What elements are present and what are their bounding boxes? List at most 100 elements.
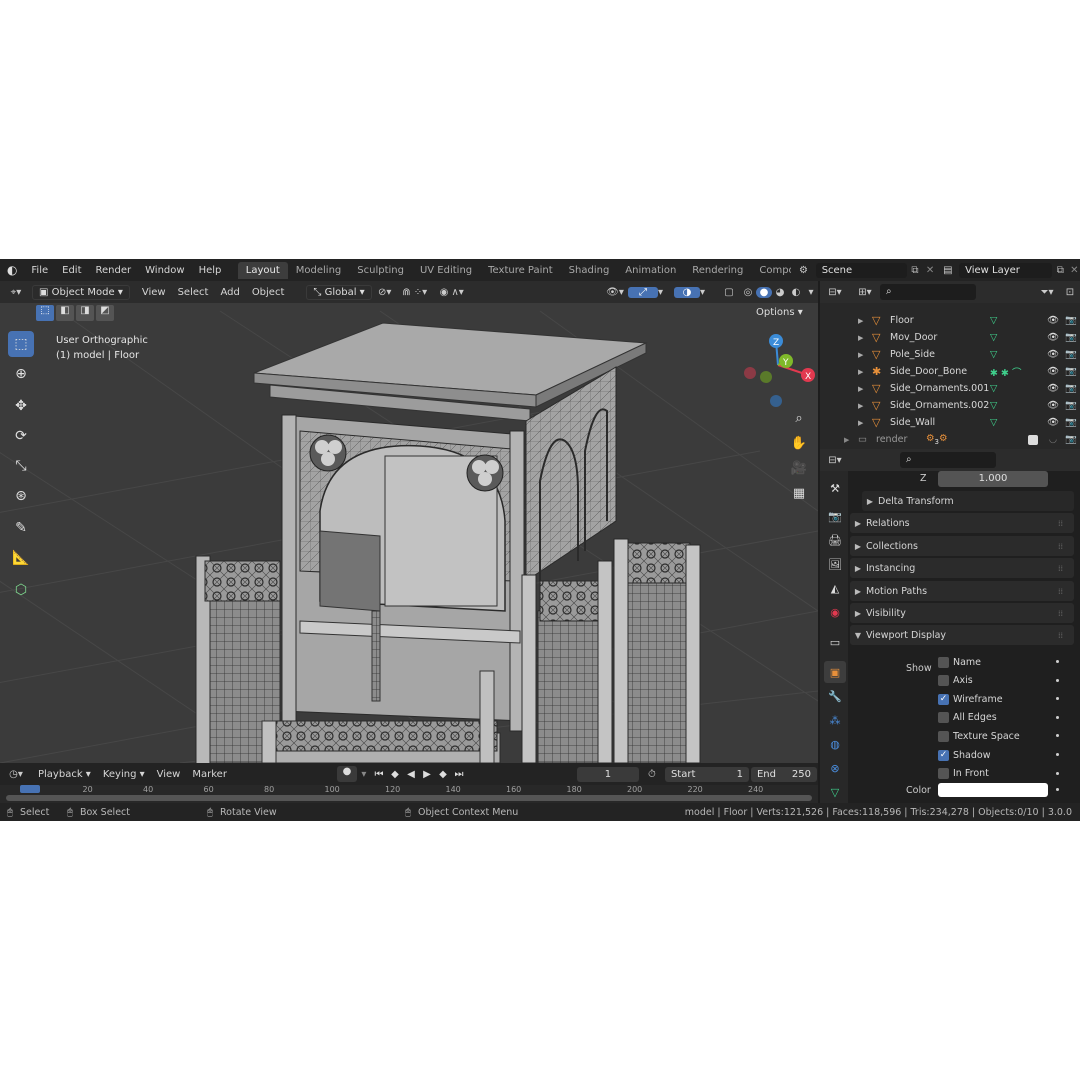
view-layer-tab-icon[interactable]: 🖼 (824, 553, 846, 575)
menu-select[interactable]: Select (172, 287, 215, 298)
drag-handle-icon[interactable]: ⁞⁞ (1058, 564, 1074, 573)
collection-name[interactable]: render (876, 434, 926, 445)
snap-icon[interactable]: ⋒ ⁘▾ (398, 287, 432, 298)
xray-toggle-icon[interactable]: ▢ (718, 287, 740, 298)
particles-tab-icon[interactable]: ⁂ (824, 709, 846, 731)
outliner-object-name[interactable]: Mov_Door (890, 332, 990, 343)
checkbox-name[interactable]: Name (938, 654, 981, 670)
visibility-eye-icon[interactable]: 👁 (1044, 315, 1062, 326)
new-scene-icon[interactable]: ⧉ (907, 265, 924, 276)
select-box-tool-icon[interactable]: ⬚ (8, 331, 34, 357)
pivot-icon[interactable]: ⊘▾ (372, 287, 398, 298)
render-camera-icon[interactable]: 📷 (1062, 332, 1080, 343)
visibility-icon[interactable]: 👁▾ (602, 287, 628, 298)
move-tool-icon[interactable]: ✥ (8, 393, 34, 419)
outliner-object-name[interactable]: Side_Ornaments.001 (890, 383, 990, 394)
remove-view-layer-icon[interactable]: ✕ (1069, 265, 1080, 276)
zoom-icon[interactable]: ⌕ (788, 407, 810, 429)
checkbox-box[interactable] (938, 656, 949, 668)
add-cube-tool-icon[interactable]: ⬡ (8, 577, 34, 603)
render-camera-icon[interactable]: 📷 (1062, 417, 1080, 428)
object-data-icon[interactable]: ▽ (990, 417, 1030, 428)
scene-tab-icon[interactable]: ◭ (824, 577, 846, 599)
visibility-eye-icon[interactable]: 👁 (1044, 417, 1062, 428)
filter-icon[interactable]: ⏷▾ (1034, 287, 1060, 298)
current-frame-field[interactable]: 1 (576, 766, 639, 782)
timeline-ruler[interactable]: 020406080100120140160180200220240 (0, 785, 818, 803)
panel-motion-paths[interactable]: ▶ Motion Paths ⁞⁞ (850, 581, 1074, 601)
tab-modeling[interactable]: Modeling (288, 262, 350, 279)
outliner-row[interactable]: ▶ ▽ Mov_Door ▽ 👁 📷 (820, 329, 1080, 346)
render-camera-icon[interactable]: 📷 (1062, 434, 1080, 445)
shading-solid-icon[interactable]: ● (756, 286, 772, 298)
modifier-tab-icon[interactable]: 🔧 (824, 685, 846, 707)
expand-arrow-icon[interactable]: ▶ (858, 419, 868, 427)
output-tab-icon[interactable]: 🖨 (824, 529, 846, 551)
tab-texture-paint[interactable]: Texture Paint (480, 262, 561, 279)
drag-handle-icon[interactable]: ⁞⁞ (1058, 631, 1074, 640)
rotate-tool-icon[interactable]: ⟳ (8, 423, 34, 449)
outliner-object-name[interactable]: Side_Ornaments.002 (890, 400, 990, 411)
menu-window[interactable]: Window (138, 265, 191, 276)
gizmo-toggle-icon[interactable]: ⤢ (628, 286, 658, 298)
panel-collections[interactable]: ▶ Collections ⁞⁞ (850, 536, 1074, 556)
animate-property-dot[interactable] (1056, 715, 1059, 719)
outliner-row[interactable]: ▶ ▽ Side_Ornaments.001 ▽ 👁 📷 (820, 380, 1080, 397)
remove-scene-icon[interactable]: ✕ (923, 265, 936, 276)
checkbox-axis[interactable]: Axis (938, 673, 973, 689)
animate-property-dot[interactable] (1056, 660, 1059, 663)
checkbox-all-edges[interactable]: All Edges (938, 710, 997, 726)
visibility-eye-icon[interactable]: 👁 (1044, 366, 1062, 377)
checkbox-box[interactable] (938, 675, 949, 687)
3d-viewport[interactable]: ⌖▾ ▣ Object Mode ▾ View Select Add Objec… (0, 281, 818, 763)
menu-help[interactable]: Help (192, 265, 229, 276)
outliner-collection-row[interactable]: ▶ ▭ render ⚙3⚙ ◡ 📷 (820, 431, 1080, 448)
view-layer-icon[interactable]: ▤ (937, 265, 960, 276)
expand-arrow-icon[interactable]: ▶ (858, 334, 868, 342)
display-mode-icon[interactable]: ⊞▾ (850, 287, 880, 298)
render-camera-icon[interactable]: 📷 (1062, 315, 1080, 326)
tab-layout[interactable]: Layout (237, 261, 288, 279)
checkbox-shadow[interactable]: ✓ Shadow (938, 747, 991, 763)
tab-rendering[interactable]: Rendering (684, 262, 751, 279)
outliner-editor-icon[interactable]: ⊟▾ (820, 287, 850, 298)
tab-shading[interactable]: Shading (561, 262, 618, 279)
drag-handle-icon[interactable]: ⁞⁞ (1058, 587, 1074, 596)
constraints-tab-icon[interactable]: ⊗ (824, 757, 846, 779)
expand-arrow-icon[interactable]: ▶ (858, 385, 868, 393)
visibility-eye-icon[interactable]: ◡ (1044, 434, 1062, 445)
gizmo-neg-y[interactable] (760, 371, 772, 383)
record-icon[interactable]: ● (336, 766, 357, 782)
tab-sculpting[interactable]: Sculpting (349, 262, 412, 279)
pan-hand-icon[interactable]: ✋ (788, 432, 810, 454)
tool-tab-icon[interactable]: ⚒ (824, 477, 846, 499)
options-dropdown[interactable]: Options ▾ (756, 307, 803, 318)
menu-keying[interactable]: Keying ▾ (97, 769, 151, 780)
gizmo-neg-z[interactable] (770, 395, 782, 407)
end-frame-field[interactable]: End 250 (750, 766, 817, 782)
visibility-eye-icon[interactable]: 👁 (1044, 400, 1062, 411)
cursor-tool-icon[interactable]: ⊕ (8, 361, 34, 387)
object-data-icon[interactable]: ▽ (990, 332, 1030, 343)
panel-viewport-display[interactable]: ▼ Viewport Display ⁞⁞ (850, 625, 1074, 645)
prev-key-icon[interactable]: ◆ (387, 769, 403, 780)
jump-end-icon[interactable]: ⏭ (451, 769, 467, 780)
tab-animation[interactable]: Animation (617, 262, 684, 279)
checkbox-texture-space[interactable]: Texture Space (938, 728, 1020, 744)
expand-arrow-icon[interactable]: ▶ (858, 368, 868, 376)
animate-property-dot[interactable] (1056, 753, 1059, 756)
scale-tool-icon[interactable]: ⤡ (8, 453, 34, 479)
camera-view-icon[interactable]: 🎥 (788, 457, 810, 479)
shading-material-icon[interactable]: ◕ (772, 287, 788, 298)
panel-relations[interactable]: ▶ Relations ⁞⁞ (850, 513, 1074, 533)
timeline-editor-icon[interactable]: ◷▾ (0, 769, 32, 780)
outliner-object-name[interactable]: Side_Wall (890, 417, 990, 428)
object-data-icon[interactable]: ▽ (990, 315, 1030, 326)
visibility-eye-icon[interactable]: 👁 (1044, 349, 1062, 360)
visibility-eye-icon[interactable]: 👁 (1044, 332, 1062, 343)
z-field[interactable]: 1.000 (938, 471, 1048, 487)
outliner-object-name[interactable]: Floor (890, 315, 990, 326)
visibility-eye-icon[interactable]: 👁 (1044, 383, 1062, 394)
new-collection-icon[interactable]: ⊡ (1060, 287, 1080, 298)
menu-object[interactable]: Object (246, 287, 291, 298)
